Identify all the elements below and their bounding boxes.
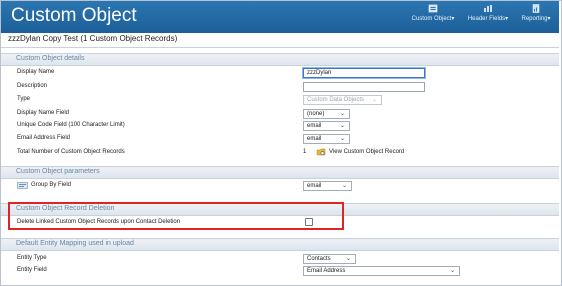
record-subtitle-bar: zzzDylan Copy Test (1 Custom Object Reco… <box>1 33 559 48</box>
details-section-title: Custom Object details <box>16 55 85 62</box>
group-by-select[interactable]: email ⌄ <box>303 181 352 191</box>
display-name-row: Display Name zzzDylan <box>1 68 559 78</box>
group-by-label: Group By Field <box>31 182 72 188</box>
view-record-link-text: View Custom Object Record <box>329 149 405 155</box>
total-records-row: Total Number of Custom Object Records 1 … <box>1 148 559 158</box>
entity-type-select[interactable]: Contacts ⌄ <box>303 254 356 264</box>
unique-code-field-value: email <box>307 123 322 129</box>
chevron-down-icon: ⌄ <box>371 97 377 103</box>
display-name-field-select[interactable]: (none) ⌄ <box>303 109 350 119</box>
total-records-count: 1 <box>303 149 307 155</box>
chevron-down-icon: ⌄ <box>449 268 455 274</box>
header-fields-menu-label: Header Fields▾ <box>467 16 509 22</box>
custom-object-icon <box>428 4 438 13</box>
unique-code-field-row: Unique Code Field (100 Character Limit) … <box>1 121 559 131</box>
type-select-value: Custom Data Objects <box>307 97 365 103</box>
email-address-field-row: Email Address Field email ⌄ <box>1 134 559 144</box>
custom-object-menu-label: Custom Object▾ <box>411 16 455 22</box>
chevron-down-icon: ⌄ <box>345 256 351 262</box>
details-section-header: Custom Object details <box>1 53 559 66</box>
mapping-section-header: Default Entity Mapping used in upload <box>1 238 559 251</box>
page-title: Custom Object <box>11 5 137 26</box>
chevron-down-icon: ⌄ <box>339 136 345 142</box>
display-name-field-label: Display Name Field <box>17 110 70 116</box>
custom-object-menu[interactable]: Custom Object▾ <box>403 4 463 22</box>
folder-view-icon <box>316 148 326 156</box>
display-name-label: Display Name <box>17 69 55 75</box>
display-name-field-value: (none) <box>307 111 325 117</box>
description-row: Description <box>1 82 559 92</box>
description-input[interactable] <box>303 82 425 92</box>
chevron-down-icon: ⌄ <box>339 123 345 129</box>
reporting-menu-label: Reporting▾ <box>521 16 551 22</box>
entity-type-label: Entity Type <box>17 255 47 261</box>
entity-field-select[interactable]: Email Address ⌄ <box>303 266 460 276</box>
type-select: Custom Data Objects ⌄ <box>303 95 382 105</box>
header-bar: Custom Object Custom Object▾ Header Fiel… <box>1 1 559 33</box>
record-subtitle: zzzDylan Copy Test (1 Custom Object Reco… <box>8 34 178 43</box>
view-record-link[interactable]: View Custom Object Record <box>316 147 404 157</box>
type-row: Type Custom Data Objects ⌄ <box>1 95 559 105</box>
reporting-menu[interactable]: Reporting▾ <box>506 4 562 22</box>
email-address-field-label: Email Address Field <box>17 135 71 141</box>
entity-field-label: Entity Field <box>17 267 47 273</box>
mapping-section-title: Default Entity Mapping used in upload <box>16 240 134 247</box>
chevron-down-icon: ⌄ <box>339 111 345 117</box>
email-address-field-value: email <box>307 136 322 142</box>
group-by-row: Group By Field email ⌄ <box>1 181 559 191</box>
display-name-field-row: Display Name Field (none) ⌄ <box>1 109 559 119</box>
description-label: Description <box>17 83 48 89</box>
entity-type-value: Contacts <box>307 256 331 262</box>
highlight-box <box>8 202 344 230</box>
parameters-section-title: Custom Object parameters <box>16 168 100 175</box>
unique-code-field-label: Unique Code Field (100 Character Limit) <box>17 122 125 128</box>
entity-field-value: Email Address <box>307 268 346 274</box>
entity-type-row: Entity Type Contacts ⌄ <box>1 254 559 264</box>
email-address-field-select[interactable]: email ⌄ <box>303 134 350 144</box>
header-fields-icon <box>484 5 492 12</box>
group-by-value: email <box>307 183 322 189</box>
entity-field-row: Entity Field Email Address ⌄ <box>1 266 559 276</box>
chevron-down-icon: ⌄ <box>341 183 347 189</box>
type-label: Type <box>17 96 31 102</box>
unique-code-field-select[interactable]: email ⌄ <box>303 121 350 131</box>
reporting-icon <box>532 4 540 13</box>
parameters-section-header: Custom Object parameters <box>1 166 559 179</box>
total-records-label: Total Number of Custom Object Records <box>17 149 125 155</box>
group-by-icon <box>17 182 28 189</box>
display-name-input[interactable]: zzzDylan <box>303 68 425 78</box>
